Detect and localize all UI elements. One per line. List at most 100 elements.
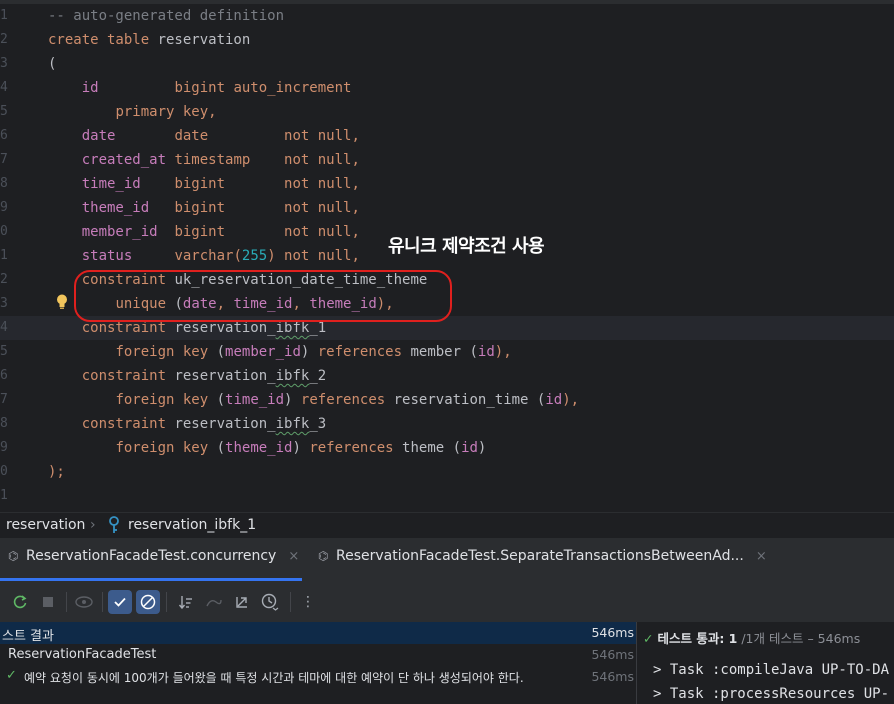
code-token: not null,	[284, 152, 360, 168]
code-text: (	[48, 52, 56, 76]
code-token: id	[461, 440, 478, 456]
code-line[interactable]: 6 date date not null,	[0, 124, 894, 148]
code-token: reservation_time (	[393, 392, 546, 408]
annotation-text: 유니크 제약조건 사용	[388, 236, 545, 257]
console-line: > Task :processResources UP-	[653, 686, 890, 702]
toolbar-separator	[66, 592, 67, 612]
code-token: ibfk	[275, 368, 310, 384]
code-token: ibfk	[275, 320, 310, 336]
code-line[interactable]: 5 primary key,	[0, 100, 894, 124]
code-line[interactable]: 3(	[0, 52, 894, 76]
code-text: foreign key (theme_id) references theme …	[48, 436, 486, 460]
breadcrumb-item[interactable]: reservation_ibfk_1	[128, 517, 256, 533]
stop-icon[interactable]	[36, 590, 60, 614]
breadcrumb-table[interactable]: reservation	[6, 517, 85, 533]
export-icon[interactable]	[230, 590, 254, 614]
results-header-time: 546ms	[591, 625, 634, 640]
console-line: > Task :compileJava UP-TO-DA	[653, 662, 890, 678]
import-tests-icon[interactable]	[202, 590, 226, 614]
line-number: 6	[0, 368, 8, 383]
code-token: 255	[241, 248, 268, 264]
code-token: ),	[494, 344, 512, 360]
code-editor[interactable]: 1 -- auto-generated definition 2 create tab…	[0, 0, 894, 512]
line-number: 7	[0, 152, 8, 167]
line-number: 7	[0, 392, 8, 407]
tab-label: ReservationFacadeTest.SeparateTransactio…	[336, 548, 744, 564]
code-text: );	[48, 460, 65, 484]
show-ignored-icon[interactable]	[136, 590, 160, 614]
code-token: time_id	[81, 176, 141, 192]
code-token: ibfk	[275, 416, 310, 432]
results-header-row[interactable]: 스트 결과 546ms	[0, 622, 636, 644]
close-icon[interactable]: ×	[288, 549, 299, 564]
test-pass-summary: ✓ 테스트 통과: 1 /1개 테스트 – 546ms	[643, 628, 860, 647]
test-method-row[interactable]: ✓ 예약 요청이 동시에 100개가 들어왔을 때 특정 시간과 테마에 대한 …	[0, 666, 636, 688]
code-text: status varchar(255) not null,	[48, 244, 360, 268]
pass-label: 테스트 통과: 1	[657, 631, 738, 646]
code-line[interactable]: 8 constraint reservation_ibfk_3	[0, 412, 894, 436]
tab-concurrency[interactable]: ⌬ ReservationFacadeTest.concurrency ×	[8, 548, 299, 572]
test-class-label: ReservationFacadeTest	[8, 647, 157, 662]
code-token: member (	[410, 344, 478, 360]
rerun-icon[interactable]	[8, 590, 32, 614]
code-token: ),	[562, 392, 580, 408]
code-token: bigint auto_increment	[174, 80, 352, 96]
line-number: 3	[0, 296, 8, 311]
code-line[interactable]: 7 created_at timestamp not null,	[0, 148, 894, 172]
code-line[interactable]: 1 -- auto-generated definition	[0, 4, 894, 28]
sort-icon[interactable]	[174, 590, 198, 614]
code-line[interactable]: 2 create table reservation	[0, 28, 894, 52]
code-token: theme_id	[225, 440, 293, 456]
code-token: reservation_	[174, 368, 276, 384]
line-number: 0	[0, 464, 8, 479]
code-text: create table reservation	[48, 28, 250, 52]
test-class-row[interactable]: ReservationFacadeTest 546ms	[0, 644, 636, 666]
more-options-icon[interactable]: ⋮	[296, 590, 320, 614]
code-line[interactable]: 4 id bigint auto_increment	[0, 76, 894, 100]
show-passed-icon[interactable]	[108, 590, 132, 614]
code-line[interactable]: 5 foreign key (member_id) references mem…	[0, 340, 894, 364]
code-text: member_id bigint not null,	[48, 220, 360, 244]
tab-separate-transactions[interactable]: ⌬ ReservationFacadeTest.SeparateTransacti…	[318, 548, 767, 572]
line-number: 1	[0, 488, 8, 503]
test-results-tree: 스트 결과 546ms ReservationFacadeTest 546ms …	[0, 622, 636, 704]
code-line[interactable]: 9 foreign key (theme_id) references them…	[0, 436, 894, 460]
unique-constraint-highlight	[74, 270, 452, 322]
code-line[interactable]: 1	[0, 484, 894, 508]
code-token: _3	[309, 416, 327, 432]
check-icon: ✓	[6, 668, 17, 683]
line-number: 6	[0, 128, 8, 143]
code-token: create table	[48, 32, 158, 48]
code-line[interactable]: 8 time_id bigint not null,	[0, 172, 894, 196]
line-number: 5	[0, 104, 8, 119]
console-output[interactable]: ✓ 테스트 통과: 1 /1개 테스트 – 546ms > Task :comp…	[636, 622, 894, 704]
code-text: created_at timestamp not null,	[48, 148, 360, 172]
toolbar-separator	[166, 592, 167, 612]
code-token: date	[174, 128, 209, 144]
lightbulb-icon[interactable]	[56, 294, 68, 310]
breadcrumb-separator: ›	[90, 517, 96, 533]
code-text: theme_id bigint not null,	[48, 196, 360, 220]
code-token: _1	[309, 320, 327, 336]
code-token: theme_id	[81, 200, 150, 216]
test-icon: ⌬	[318, 549, 329, 563]
close-icon[interactable]: ×	[756, 549, 767, 564]
code-token: constraint	[81, 416, 175, 432]
code-text: id bigint auto_increment	[48, 76, 352, 100]
code-line[interactable]: 6 constraint reservation_ibfk_2	[0, 364, 894, 388]
code-line[interactable]: 9 theme_id bigint not null,	[0, 196, 894, 220]
code-token: _2	[309, 368, 327, 384]
code-line[interactable]: 7 foreign key (time_id) references reser…	[0, 388, 894, 412]
eye-icon[interactable]	[72, 590, 96, 614]
code-line[interactable]: 0);	[0, 460, 894, 484]
history-icon[interactable]	[258, 590, 282, 614]
test-method-time: 546ms	[591, 669, 634, 684]
code-token: foreign key	[115, 344, 217, 360]
